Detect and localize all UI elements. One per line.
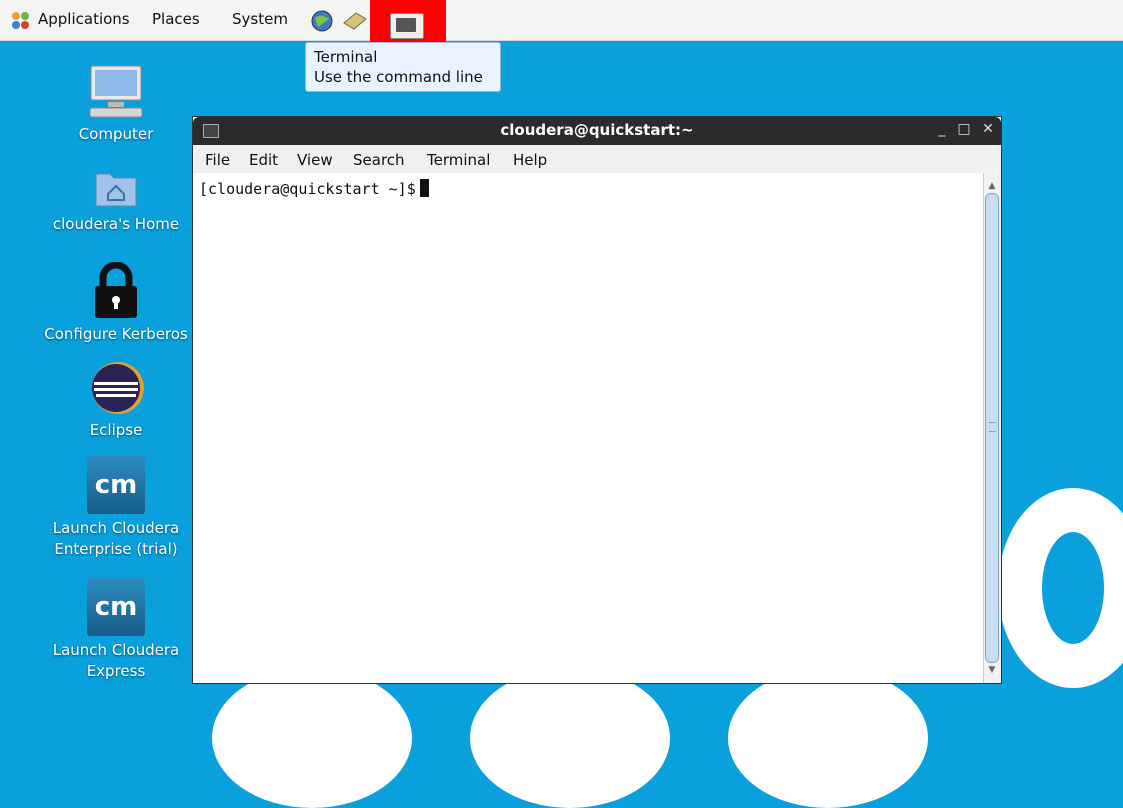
eclipse-icon [92, 362, 144, 414]
menu-help[interactable]: Help [513, 151, 547, 169]
terminal-launcher-icon[interactable] [390, 13, 424, 39]
mail-launcher-icon[interactable] [342, 9, 368, 33]
cloudera-manager-icon: cm [87, 578, 145, 636]
desktop-icon-cloudera-enterprise[interactable]: cm Launch Cloudera Enterprise (trial) [26, 456, 206, 560]
top-panel: Applications Places System [0, 0, 1123, 50]
window-title-bar[interactable]: cloudera@quickstart:~ _ □ ✕ [193, 117, 1001, 145]
vertical-scrollbar[interactable]: ▲ ▼ [983, 173, 1001, 683]
menu-edit[interactable]: Edit [249, 151, 278, 169]
menu-terminal[interactable]: Terminal [427, 151, 490, 169]
home-folder-icon [95, 173, 137, 207]
terminal-menu-bar: File Edit View Search Terminal Help [193, 145, 1001, 173]
scrollbar-thumb[interactable] [985, 193, 999, 663]
desktop-icon-eclipse[interactable]: Eclipse [26, 360, 206, 441]
applications-logo-icon[interactable] [10, 10, 32, 32]
desktop-icon-label: Configure Kerberos [44, 325, 188, 343]
terminal-window[interactable]: cloudera@quickstart:~ _ □ ✕ File Edit Vi… [192, 116, 1002, 684]
terminal-content-area[interactable]: [cloudera@quickstart ~]$ [193, 173, 983, 683]
menu-file[interactable]: File [205, 151, 230, 169]
menu-search[interactable]: Search [353, 151, 405, 169]
system-menu[interactable]: System [232, 10, 288, 28]
web-browser-launcher-icon[interactable] [310, 9, 334, 33]
desktop-icon-label: Launch Cloudera Enterprise (trial) [52, 519, 180, 558]
terminal-tooltip: Terminal Use the command line [305, 42, 501, 92]
shell-prompt-line: [cloudera@quickstart ~]$ [199, 179, 429, 198]
cloudera-manager-icon: cm [87, 456, 145, 514]
background-arc-shape [728, 668, 928, 808]
menu-view[interactable]: View [297, 151, 333, 169]
minimize-button[interactable]: _ [933, 121, 951, 137]
background-arc-shape [470, 668, 670, 808]
maximize-button[interactable]: □ [955, 121, 973, 137]
window-title: cloudera@quickstart:~ [500, 121, 694, 139]
desktop-icon-label: Computer [78, 125, 154, 143]
computer-icon [89, 65, 143, 118]
shell-prompt: [cloudera@quickstart ~]$ [199, 180, 416, 198]
tooltip-title: Terminal [314, 48, 378, 66]
desktop-icon-label: Eclipse [89, 421, 143, 439]
scroll-up-arrow-icon[interactable]: ▲ [985, 179, 999, 193]
lock-icon [95, 262, 137, 318]
desktop-icon-kerberos[interactable]: Configure Kerberos [26, 262, 206, 345]
background-ring-shape [998, 488, 1123, 688]
places-menu[interactable]: Places [152, 10, 200, 28]
desktop-icon-cloudera-express[interactable]: cm Launch Cloudera Express [26, 578, 206, 682]
tooltip-description: Use the command line [314, 68, 483, 86]
scrollbar-grip-icon [989, 422, 996, 432]
close-button[interactable]: ✕ [979, 121, 997, 137]
desktop-icon-home[interactable]: cloudera's Home [26, 166, 206, 235]
desktop-icon-label: Launch Cloudera Express [52, 641, 180, 680]
desktop-icon-computer[interactable]: Computer [26, 64, 206, 145]
text-cursor [419, 179, 429, 197]
scroll-down-arrow-icon[interactable]: ▼ [985, 663, 999, 677]
desktop-icon-label: cloudera's Home [52, 215, 180, 233]
background-arc-shape [212, 668, 412, 808]
applications-menu[interactable]: Applications [38, 10, 130, 28]
